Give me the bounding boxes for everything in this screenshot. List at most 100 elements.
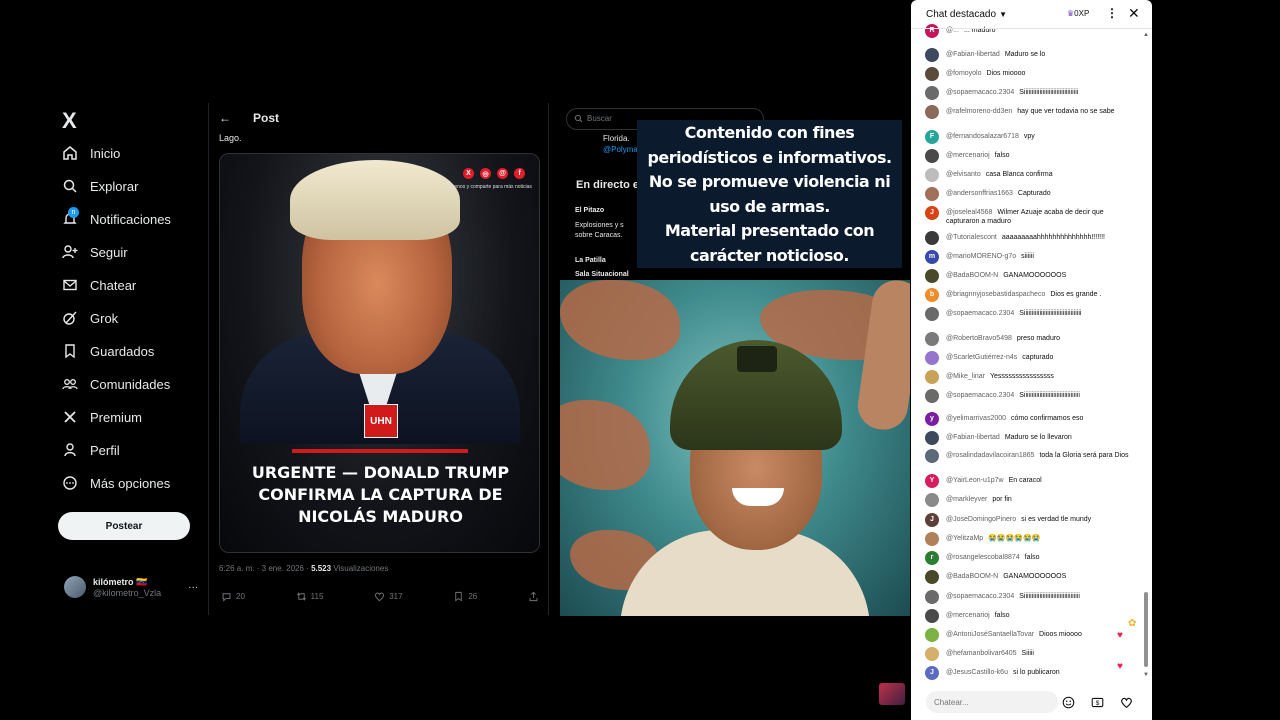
account-switcher[interactable]: kilómetro 🇻🇪 @kilometro_Vzla ··· — [64, 576, 198, 598]
nav-item-comunidades[interactable]: Comunidades — [62, 371, 170, 397]
avatar[interactable] — [925, 105, 939, 119]
repost-button[interactable]: 115 — [296, 591, 323, 602]
share-button[interactable] — [528, 591, 539, 602]
chat-author[interactable]: @Fabian-libertad — [946, 51, 1000, 58]
chat-author[interactable]: @sopaemacaco.2304 — [946, 593, 1014, 600]
chat-message[interactable]: @BadaBOOM-N GANAMOOOOOOS — [925, 269, 1139, 283]
avatar[interactable] — [925, 332, 939, 346]
avatar[interactable] — [925, 570, 939, 584]
chat-author[interactable]: @BadaBOOM-N — [946, 272, 998, 279]
chat-author[interactable]: @RobertoBravo5498 — [946, 335, 1012, 342]
nav-item-grok[interactable]: Grok — [62, 305, 118, 331]
chat-author[interactable]: @sopaemacaco.2304 — [946, 392, 1014, 399]
x-logo-icon[interactable]: X — [62, 108, 77, 134]
like-button[interactable]: 317 — [374, 591, 403, 602]
chat-author[interactable]: @JoseDomingoPinero — [946, 516, 1016, 523]
avatar[interactable] — [925, 168, 939, 182]
chat-message[interactable]: @ScarletGutiérrez-n4s capturado — [925, 351, 1139, 365]
chat-message[interactable]: y @yelimarrivas2000 cómo confirmamos eso — [925, 412, 1139, 426]
chat-author[interactable]: @sopaemacaco.2304 — [946, 310, 1014, 317]
chat-message[interactable]: @sopaemacaco.2304 Siiiiiiiiiiiiiiiiiiiiii… — [925, 389, 1139, 403]
post-timestamp[interactable]: 6:26 a. m. · 3 ene. 2026 · — [219, 564, 311, 573]
avatar[interactable]: Y — [925, 474, 939, 488]
chat-author[interactable]: @mercenarioj — [946, 612, 990, 619]
chat-author[interactable]: @fernandosalazar6718 — [946, 133, 1019, 140]
more-vert-icon[interactable]: ⋮ — [1106, 6, 1118, 20]
chat-message[interactable]: b @briagnnyjosebastidaspacheco Dios es gra… — [925, 288, 1139, 302]
reply-button[interactable]: 20 — [221, 591, 245, 602]
avatar[interactable] — [925, 628, 939, 642]
nav-item-guardados[interactable]: Guardados — [62, 338, 154, 364]
avatar[interactable] — [925, 532, 939, 546]
avatar[interactable] — [925, 67, 939, 81]
chat-message[interactable]: @rafelmoreno-dd3en hay que ver todavia no… — [925, 105, 1139, 119]
chat-message[interactable]: J @joseleal4568 Wilmer Azuaje acaba de dec… — [925, 206, 1139, 226]
chat-author[interactable]: @YelitzaMp — [946, 535, 983, 542]
chat-author[interactable]: @yelimarrivas2000 — [946, 415, 1006, 422]
chat-author[interactable]: @Mike_linar — [946, 373, 985, 380]
nav-item-chatear[interactable]: Chatear — [62, 272, 136, 298]
chat-message[interactable]: @sopaemacaco.2304 Siiiiiiiiiiiiiiiiiiiiii… — [925, 86, 1139, 100]
avatar[interactable]: y — [925, 412, 939, 426]
chat-message[interactable]: m @marioMORENO-g7o siiiiii — [925, 250, 1139, 264]
post-image[interactable]: X ◎ @ f Síguenos y comparte para más not… — [219, 153, 540, 553]
scroll-up-arrow-icon[interactable]: ▲ — [1143, 32, 1149, 38]
chat-author[interactable]: @JesusCastillo-k6u — [946, 669, 1008, 676]
avatar[interactable] — [925, 231, 939, 245]
chat-message[interactable]: @elvisanto casa Blanca confirma — [925, 168, 1139, 182]
chat-author[interactable]: @andersonffrias1663 — [946, 190, 1013, 197]
chat-message[interactable]: r @rosangelescobal8874 falso — [925, 551, 1139, 565]
nav-item-mas-opciones[interactable]: Más opciones — [62, 470, 170, 496]
chat-message[interactable]: @rosalindadavilacoiran1865 toda la Gloria… — [925, 449, 1139, 463]
chat-message[interactable]: F @fernandosalazar6718 vpy — [925, 130, 1139, 144]
chat-author[interactable]: @joseleal4568 — [946, 209, 992, 216]
xp-badge[interactable]: ♛0XP — [1067, 9, 1089, 18]
scroll-thumb[interactable] — [1144, 592, 1148, 667]
avatar[interactable]: r — [925, 551, 939, 565]
chat-author[interactable]: @fomoyolo — [946, 70, 982, 77]
avatar[interactable] — [925, 431, 939, 445]
chat-message[interactable]: J @JoseDomingoPinero si es verdad tle mund… — [925, 513, 1139, 527]
avatar[interactable] — [925, 269, 939, 283]
chat-message[interactable]: @RobertoBravo5498 preso maduro — [925, 332, 1139, 346]
avatar[interactable] — [925, 149, 939, 163]
chat-input[interactable] — [926, 691, 1058, 713]
chat-message[interactable]: @sopaemacaco.2304 Siiiiiiiiiiiiiiiiiiiiii… — [925, 307, 1139, 321]
chat-author[interactable]: @rosalindadavilacoiran1865 — [946, 452, 1034, 459]
avatar[interactable] — [925, 187, 939, 201]
chat-message[interactable]: @Tutorialescont aaaaaaaaahhhhhhhhhhhhhh!!… — [925, 231, 1139, 245]
chat-author[interactable]: @YairLeon-u1p7w — [946, 477, 1004, 484]
chat-author[interactable]: @sopaemacaco.2304 — [946, 89, 1014, 96]
avatar[interactable] — [925, 609, 939, 623]
avatar[interactable] — [925, 351, 939, 365]
chat-message[interactable]: @Fabian-libertad Maduro se lo llevaron — [925, 431, 1139, 445]
avatar[interactable]: F — [925, 130, 939, 144]
chat-message[interactable]: J @JesusCastillo-k6u si lo publicaron — [925, 666, 1139, 680]
avatar[interactable]: J — [925, 513, 939, 527]
close-icon[interactable]: ✕ — [1128, 5, 1140, 22]
chat-message[interactable]: @BadaBOOM-N GANAMOOOOOOS — [925, 570, 1139, 584]
chat-author[interactable]: @Tutorialescont — [946, 234, 997, 241]
emoji-icon[interactable] — [1061, 695, 1075, 709]
nav-item-notificaciones[interactable]: n Notificaciones — [62, 206, 171, 232]
chat-mode-dropdown[interactable]: Chat destacado ▼ — [926, 9, 1007, 20]
back-arrow-icon[interactable]: ← — [219, 111, 231, 125]
avatar[interactable] — [925, 389, 939, 403]
avatar[interactable] — [925, 307, 939, 321]
avatar[interactable] — [925, 86, 939, 100]
video-thumbnail[interactable] — [879, 683, 905, 705]
avatar[interactable] — [925, 647, 939, 661]
chat-message[interactable]: Y @YairLeon-u1p7w En caracol — [925, 474, 1139, 488]
avatar[interactable]: m — [925, 250, 939, 264]
postear-button[interactable]: Postear — [58, 512, 190, 540]
chat-author[interactable]: @marioMORENO-g7o — [946, 253, 1016, 260]
chat-message[interactable]: @sopaemacaco.2304 Siiiiiiiiiiiiiiiiiiiiii… — [925, 590, 1139, 604]
chat-message[interactable]: @YelitzaMp 😭😭😭😭😭😭 — [925, 532, 1139, 546]
chat-author[interactable]: @elvisanto — [946, 171, 981, 178]
avatar[interactable]: J — [925, 666, 939, 680]
avatar[interactable] — [925, 493, 939, 507]
chat-message[interactable]: @markleyver por fin — [925, 493, 1139, 507]
chat-author[interactable]: @markleyver — [946, 496, 987, 503]
super-chat-icon[interactable]: $ — [1090, 695, 1104, 709]
scroll-down-arrow-icon[interactable]: ▼ — [1143, 672, 1149, 678]
